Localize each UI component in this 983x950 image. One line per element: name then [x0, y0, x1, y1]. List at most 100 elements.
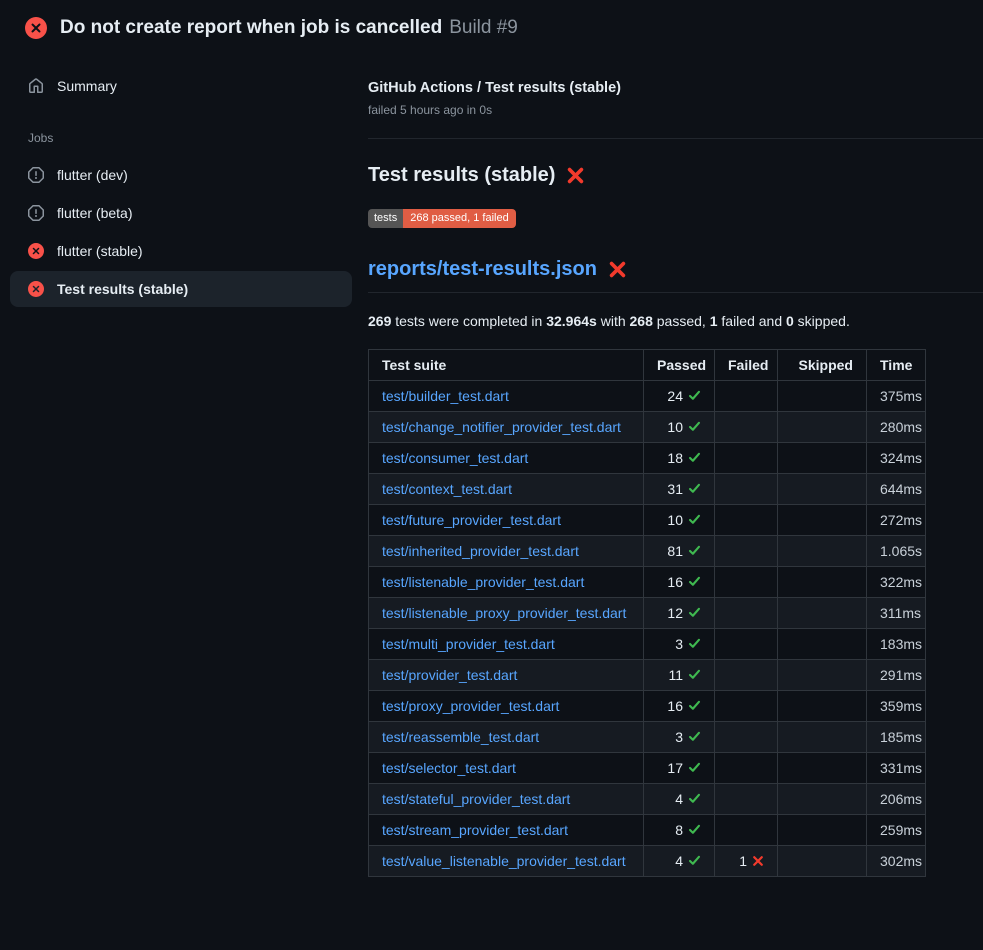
passed-count-cell: 12: [644, 597, 715, 628]
count-value: 11: [668, 667, 701, 683]
time-cell: 359ms: [867, 690, 926, 721]
empty-cell: [715, 783, 778, 814]
time-cell: 331ms: [867, 752, 926, 783]
sidebar-job-item-1[interactable]: flutter (beta): [10, 195, 352, 231]
test-suite-cell: test/listenable_provider_test.dart: [369, 566, 644, 597]
count-number: 16: [667, 574, 683, 590]
check-icon: [688, 854, 701, 867]
test-suite-link[interactable]: test/future_provider_test.dart: [382, 512, 561, 528]
passed-count-cell: 18: [644, 442, 715, 473]
report-file-link[interactable]: reports/test-results.json: [368, 258, 597, 281]
check-icon: [688, 699, 701, 712]
time-cell: 324ms: [867, 442, 926, 473]
job-label: flutter (dev): [57, 167, 128, 183]
check-icon: [688, 482, 701, 495]
passed-count-cell: 16: [644, 690, 715, 721]
time-cell: 291ms: [867, 659, 926, 690]
passed-count-cell: 24: [644, 380, 715, 411]
time-cell: 206ms: [867, 783, 926, 814]
empty-cell: [715, 628, 778, 659]
time-cell: 644ms: [867, 473, 926, 504]
failed-count-cell: 1: [715, 845, 778, 876]
summary-segment: skipped.: [794, 313, 850, 329]
empty-cell: [715, 535, 778, 566]
count-number: 4: [675, 853, 683, 869]
x-circle-icon: [28, 243, 44, 259]
failed-x-icon: [608, 260, 627, 279]
sidebar-item-summary[interactable]: Summary: [10, 68, 352, 104]
jobs-section-label: Jobs: [10, 131, 352, 145]
test-suite-link[interactable]: test/multi_provider_test.dart: [382, 636, 555, 652]
table-row: test/stateful_provider_test.dart4206ms: [369, 783, 926, 814]
sidebar-job-item-3[interactable]: Test results (stable): [10, 271, 352, 307]
test-suite-cell: test/reassemble_test.dart: [369, 721, 644, 752]
test-suite-link[interactable]: test/context_test.dart: [382, 481, 512, 497]
column-header: Test suite: [369, 349, 644, 380]
empty-cell: [715, 597, 778, 628]
check-icon: [688, 451, 701, 464]
test-suite-link[interactable]: test/builder_test.dart: [382, 388, 509, 404]
test-suite-cell: test/stream_provider_test.dart: [369, 814, 644, 845]
skipped-cell: [778, 659, 867, 690]
test-suite-cell: test/inherited_provider_test.dart: [369, 535, 644, 566]
empty-cell: [715, 473, 778, 504]
skipped-cell: [778, 814, 867, 845]
column-header: Time: [867, 349, 926, 380]
sidebar: Summary Jobs flutter (dev) flutter (beta)…: [0, 40, 368, 309]
table-row: test/stream_provider_test.dart 8 259ms: [369, 814, 926, 845]
passed-count-cell: 10: [644, 411, 715, 442]
test-suite-link[interactable]: test/listenable_provider_test.dart: [382, 574, 584, 590]
x-circle-icon: [28, 281, 44, 297]
header-divider: [368, 138, 983, 139]
count-number: 3: [675, 636, 683, 652]
sidebar-job-item-2[interactable]: flutter (stable): [10, 233, 352, 269]
time-cell: 259ms: [867, 814, 926, 845]
summary-segment: 0: [786, 313, 794, 329]
test-suite-link[interactable]: test/stateful_provider_test.dart: [382, 791, 570, 807]
test-suite-link[interactable]: test/proxy_provider_test.dart: [382, 698, 559, 714]
test-suite-cell: test/value_listenable_provider_test.dart: [369, 845, 644, 876]
section-title: Test results (stable): [368, 164, 983, 187]
empty-cell: [715, 504, 778, 535]
passed-count-cell: 10: [644, 504, 715, 535]
count-value: 8: [675, 822, 701, 838]
test-suite-link[interactable]: test/consumer_test.dart: [382, 450, 528, 466]
count-number: 12: [667, 605, 683, 621]
count-number: 10: [667, 419, 683, 435]
skipped-cell: [778, 442, 867, 473]
sidebar-job-item-0[interactable]: flutter (dev): [10, 157, 352, 193]
test-suite-cell: test/builder_test.dart: [369, 380, 644, 411]
skipped-cell: [778, 597, 867, 628]
test-suite-cell: test/proxy_provider_test.dart: [369, 690, 644, 721]
skipped-cell: [778, 628, 867, 659]
count-number: 17: [667, 760, 683, 776]
test-suite-cell: test/provider_test.dart: [369, 659, 644, 690]
failed-x-icon: [566, 166, 585, 185]
passed-count-cell: 4: [644, 845, 715, 876]
passed-count-cell: 3: [644, 628, 715, 659]
test-suite-link[interactable]: test/selector_test.dart: [382, 760, 516, 776]
report-title: reports/test-results.json: [368, 258, 983, 293]
home-icon: [28, 78, 44, 94]
skipped-cell: [778, 504, 867, 535]
table-row: test/provider_test.dart 11 291ms: [369, 659, 926, 690]
empty-cell: [715, 721, 778, 752]
check-icon: [688, 606, 701, 619]
test-suite-link[interactable]: test/listenable_proxy_provider_test.dart: [382, 605, 626, 621]
count-number: 16: [667, 698, 683, 714]
test-suite-link[interactable]: test/change_notifier_provider_test.dart: [382, 419, 621, 435]
test-suite-link[interactable]: test/value_listenable_provider_test.dart: [382, 853, 626, 869]
test-suite-link[interactable]: test/inherited_provider_test.dart: [382, 543, 579, 559]
tests-status-badge: tests 268 passed, 1 failed: [368, 209, 516, 228]
test-suite-link[interactable]: test/reassemble_test.dart: [382, 729, 539, 745]
time-cell: 1.065s: [867, 535, 926, 566]
time-cell: 322ms: [867, 566, 926, 597]
count-number: 1: [739, 853, 747, 869]
test-suite-link[interactable]: test/provider_test.dart: [382, 667, 517, 683]
table-row: test/inherited_provider_test.dart811.065…: [369, 535, 926, 566]
count-value: 18: [667, 450, 701, 466]
time-cell: 272ms: [867, 504, 926, 535]
test-suite-link[interactable]: test/stream_provider_test.dart: [382, 822, 568, 838]
column-header: Passed: [644, 349, 715, 380]
x-circle-icon: [25, 17, 47, 39]
